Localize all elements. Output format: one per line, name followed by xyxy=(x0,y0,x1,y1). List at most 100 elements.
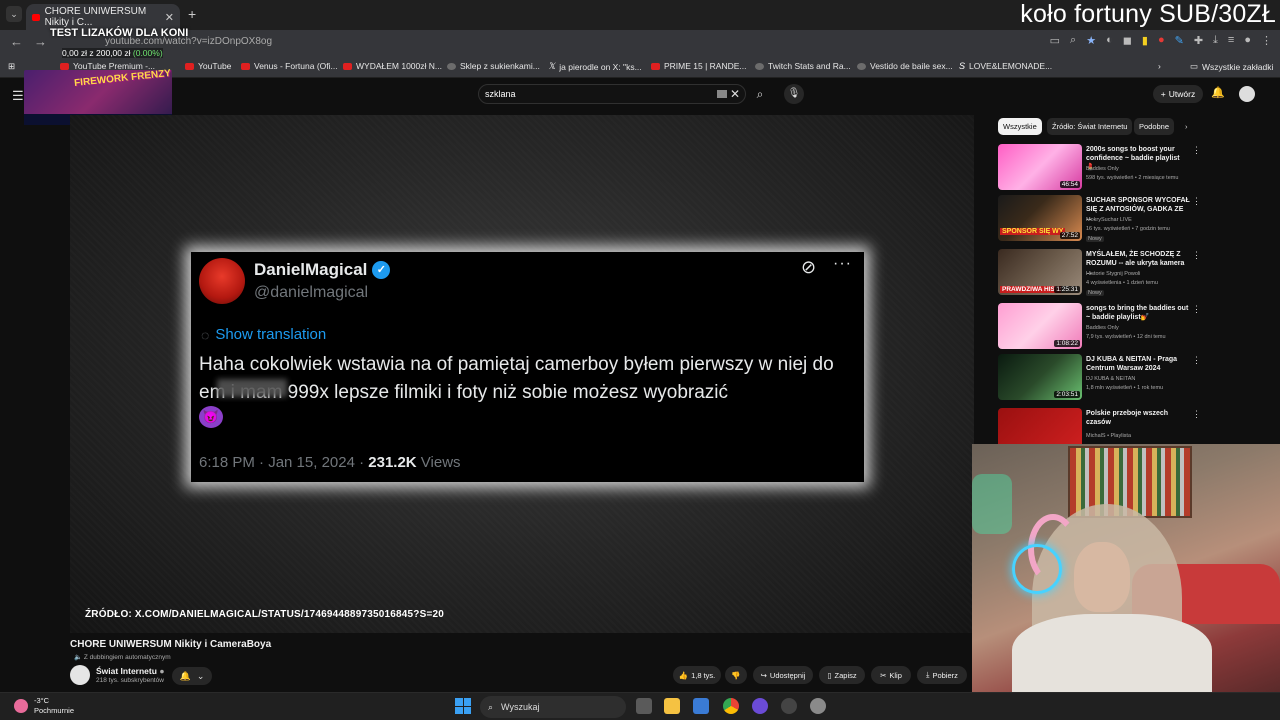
extension-icon[interactable]: ◼ xyxy=(1123,34,1132,47)
bookmark-item[interactable]: PRIME 15 | RANDE... xyxy=(651,61,747,71)
channel-name[interactable]: Świat Internetu ● xyxy=(96,666,164,676)
star-icon[interactable]: ★ xyxy=(1086,34,1096,47)
new-tab-button[interactable]: + xyxy=(188,6,196,22)
more-icon[interactable]: ⋮ xyxy=(1192,355,1201,366)
tab-title: CHORE UNIWERSUM Nikity i C... xyxy=(44,6,147,28)
more-icon[interactable]: ⋮ xyxy=(1192,145,1201,156)
channel-avatar[interactable] xyxy=(70,665,90,685)
apps-grid-icon[interactable]: ⊞ xyxy=(8,61,15,72)
chips-next-icon[interactable]: › xyxy=(1180,118,1193,135)
download-icon[interactable]: ⤓ xyxy=(1213,34,1218,47)
more-icon: ··· xyxy=(833,255,852,272)
bookmark-item[interactable]: Sklep z sukienkami... xyxy=(447,61,540,71)
task-view-icon[interactable] xyxy=(636,698,652,714)
file-explorer-icon[interactable] xyxy=(664,698,680,714)
chrome-icon[interactable] xyxy=(723,698,739,714)
recommendation-channel: MokrySuchar LIVE xyxy=(1086,217,1132,223)
recommendation-item[interactable]: 46:54 2000s songs to boost your confiden… xyxy=(998,144,1201,194)
folder-icon: ▭ xyxy=(1190,61,1199,71)
taskbar-search[interactable]: ⌕ Wyszukaj xyxy=(480,696,626,718)
settings-icon[interactable] xyxy=(810,698,826,714)
led-light xyxy=(972,474,1012,534)
download-button[interactable]: ⤓ Pobierz xyxy=(917,666,967,684)
recommendation-stats: 16 tys. wyświetleń • 7 godzin temu xyxy=(1086,226,1170,232)
reading-list-icon[interactable]: ≡ xyxy=(1228,34,1234,47)
video-thumbnail[interactable]: PRAWDZIWA HIST 1:25:31 xyxy=(998,249,1082,295)
more-icon[interactable]: ⋮ xyxy=(1192,196,1201,207)
share-button[interactable]: ↪ Udostępnij xyxy=(753,666,813,684)
bookmark-item[interactable]: WYDAŁEM 1000zł N... xyxy=(343,61,442,71)
browser-menu-icon[interactable]: ⋮ xyxy=(1261,34,1272,47)
recommendation-channel: MichalS • Playlista xyxy=(1086,433,1132,439)
windows-start-icon[interactable] xyxy=(455,698,471,714)
zoom-icon[interactable]: ⌕ xyxy=(1070,34,1076,47)
chip-all[interactable]: Wszystkie xyxy=(998,118,1042,135)
chip-similar[interactable]: Podobne xyxy=(1134,118,1175,135)
stream-overlay-title: koło fortuny SUB/30ZŁ xyxy=(1020,0,1276,28)
obs-icon[interactable] xyxy=(781,698,797,714)
recommendation-item[interactable]: 2:03:51 DJ KUBA & NEITAN - Praga Centrum… xyxy=(998,354,1201,404)
more-icon[interactable]: ⋮ xyxy=(1192,304,1201,315)
recommendation-channel: Historie Stygnij Powoli xyxy=(1086,271,1141,277)
keyboard-icon[interactable] xyxy=(717,90,727,98)
x-logo-icon: 𝕏 xyxy=(548,61,556,71)
mic-icon[interactable]: 🎙 xyxy=(784,84,804,104)
thumbnail-text: PRAWDZIWA HIST xyxy=(1000,286,1061,293)
extension-icon[interactable]: ● xyxy=(1158,34,1165,47)
extension-icon[interactable]: ▮ xyxy=(1142,34,1148,47)
tab-search-icon[interactable]: ⌄ xyxy=(6,6,22,22)
weather-widget[interactable]: -3°C Pochmurnie xyxy=(14,696,74,716)
channel-subscribers: 218 tys. subskrybentów xyxy=(96,677,164,684)
video-thumbnail[interactable]: 2:03:51 xyxy=(998,354,1082,400)
extension-icon[interactable]: ◐ xyxy=(1106,34,1113,47)
search-icon[interactable]: ⌕ xyxy=(748,84,772,104)
weather-temp: -3°C xyxy=(34,696,50,705)
clear-search-icon[interactable]: ✕ xyxy=(730,87,740,101)
bookmark-item[interactable]: YouTube xyxy=(185,61,231,71)
source-caption: ŹRÓDŁO: X.COM/DANIELMAGICAL/STATUS/17469… xyxy=(85,609,445,620)
back-icon[interactable]: ← xyxy=(10,34,23,49)
recommendation-item[interactable]: PRAWDZIWA HIST 1:25:31 MYŚLAŁEM, ŻE SCHOD… xyxy=(998,249,1201,299)
bookmark-item[interactable]: Venus - Fortuna (Ofi... xyxy=(241,61,338,71)
profile-icon[interactable]: ● xyxy=(1244,34,1251,47)
bookmark-item[interactable]: Vestido de baile sex... xyxy=(857,61,953,71)
tab-close-icon[interactable]: ✕ xyxy=(165,11,174,24)
create-button[interactable]: + Utwórz xyxy=(1153,85,1203,103)
recommendation-stats: 7,9 tys. wyświetleń • 12 dni temu xyxy=(1086,334,1166,340)
youtube-favicon-icon xyxy=(343,62,352,70)
tweet-handle: @danielmagical xyxy=(254,284,369,301)
streamer-face xyxy=(1074,542,1130,612)
censor-blur xyxy=(217,379,287,397)
app-icon[interactable] xyxy=(752,698,768,714)
store-icon[interactable] xyxy=(693,698,709,714)
all-bookmarks-folder[interactable]: ▭ Wszystkie zakładki xyxy=(1190,61,1273,72)
search-input[interactable]: szklana ✕ xyxy=(478,84,746,104)
recommendation-channel: Baddies Only xyxy=(1086,325,1119,331)
verified-icon: ✓ xyxy=(372,261,391,279)
recommendation-item[interactable]: 1:08:22 songs to bring the baddies out ~… xyxy=(998,303,1201,353)
clip-button[interactable]: ✂ Klip xyxy=(871,666,911,684)
more-bookmarks-icon[interactable]: › xyxy=(1158,61,1161,71)
tweet-meta: 6:18 PM · Jan 15, 2024 · 231.2K Views xyxy=(199,454,461,471)
bookmark-item[interactable]: Twitch Stats and Ra... xyxy=(755,61,851,71)
video-thumbnail[interactable]: 46:54 xyxy=(998,144,1082,190)
chip-source[interactable]: Źródło: Świat Internetu xyxy=(1047,118,1133,135)
extensions-puzzle-icon[interactable]: ✚ xyxy=(1194,34,1203,47)
dislike-button[interactable]: 👎 xyxy=(725,666,747,684)
video-player[interactable]: DanielMagical ✓ @danielmagical ⊘ ··· ◌ Sho… xyxy=(70,115,974,633)
menu-icon[interactable]: ☰ xyxy=(12,88,24,104)
recommendation-item[interactable]: SPONSOR SIĘ WY 27:52 SUCHAR SPONSOR WYCOF… xyxy=(998,195,1201,245)
cast-icon[interactable]: ▭ xyxy=(1050,34,1060,47)
bookmark-item[interactable]: 𝕏ja pierodle on X: "ks... xyxy=(548,61,642,72)
more-icon[interactable]: ⋮ xyxy=(1192,250,1201,261)
video-thumbnail[interactable]: 1:08:22 xyxy=(998,303,1082,349)
avatar[interactable] xyxy=(1239,86,1255,102)
extension-icon[interactable]: ✎ xyxy=(1175,34,1184,47)
more-icon[interactable]: ⋮ xyxy=(1192,409,1201,420)
subscription-bell-button[interactable]: 🔔 ⌄ xyxy=(172,667,212,685)
save-button[interactable]: ▯ Zapisz xyxy=(819,666,865,684)
bookmark-item[interactable]: S LOVE&LEMONADE... xyxy=(959,61,1052,71)
like-button[interactable]: 👍 1,8 tys. xyxy=(673,666,721,684)
bell-icon[interactable]: 🔔 xyxy=(1211,86,1225,99)
video-thumbnail[interactable]: SPONSOR SIĘ WY 27:52 xyxy=(998,195,1082,241)
